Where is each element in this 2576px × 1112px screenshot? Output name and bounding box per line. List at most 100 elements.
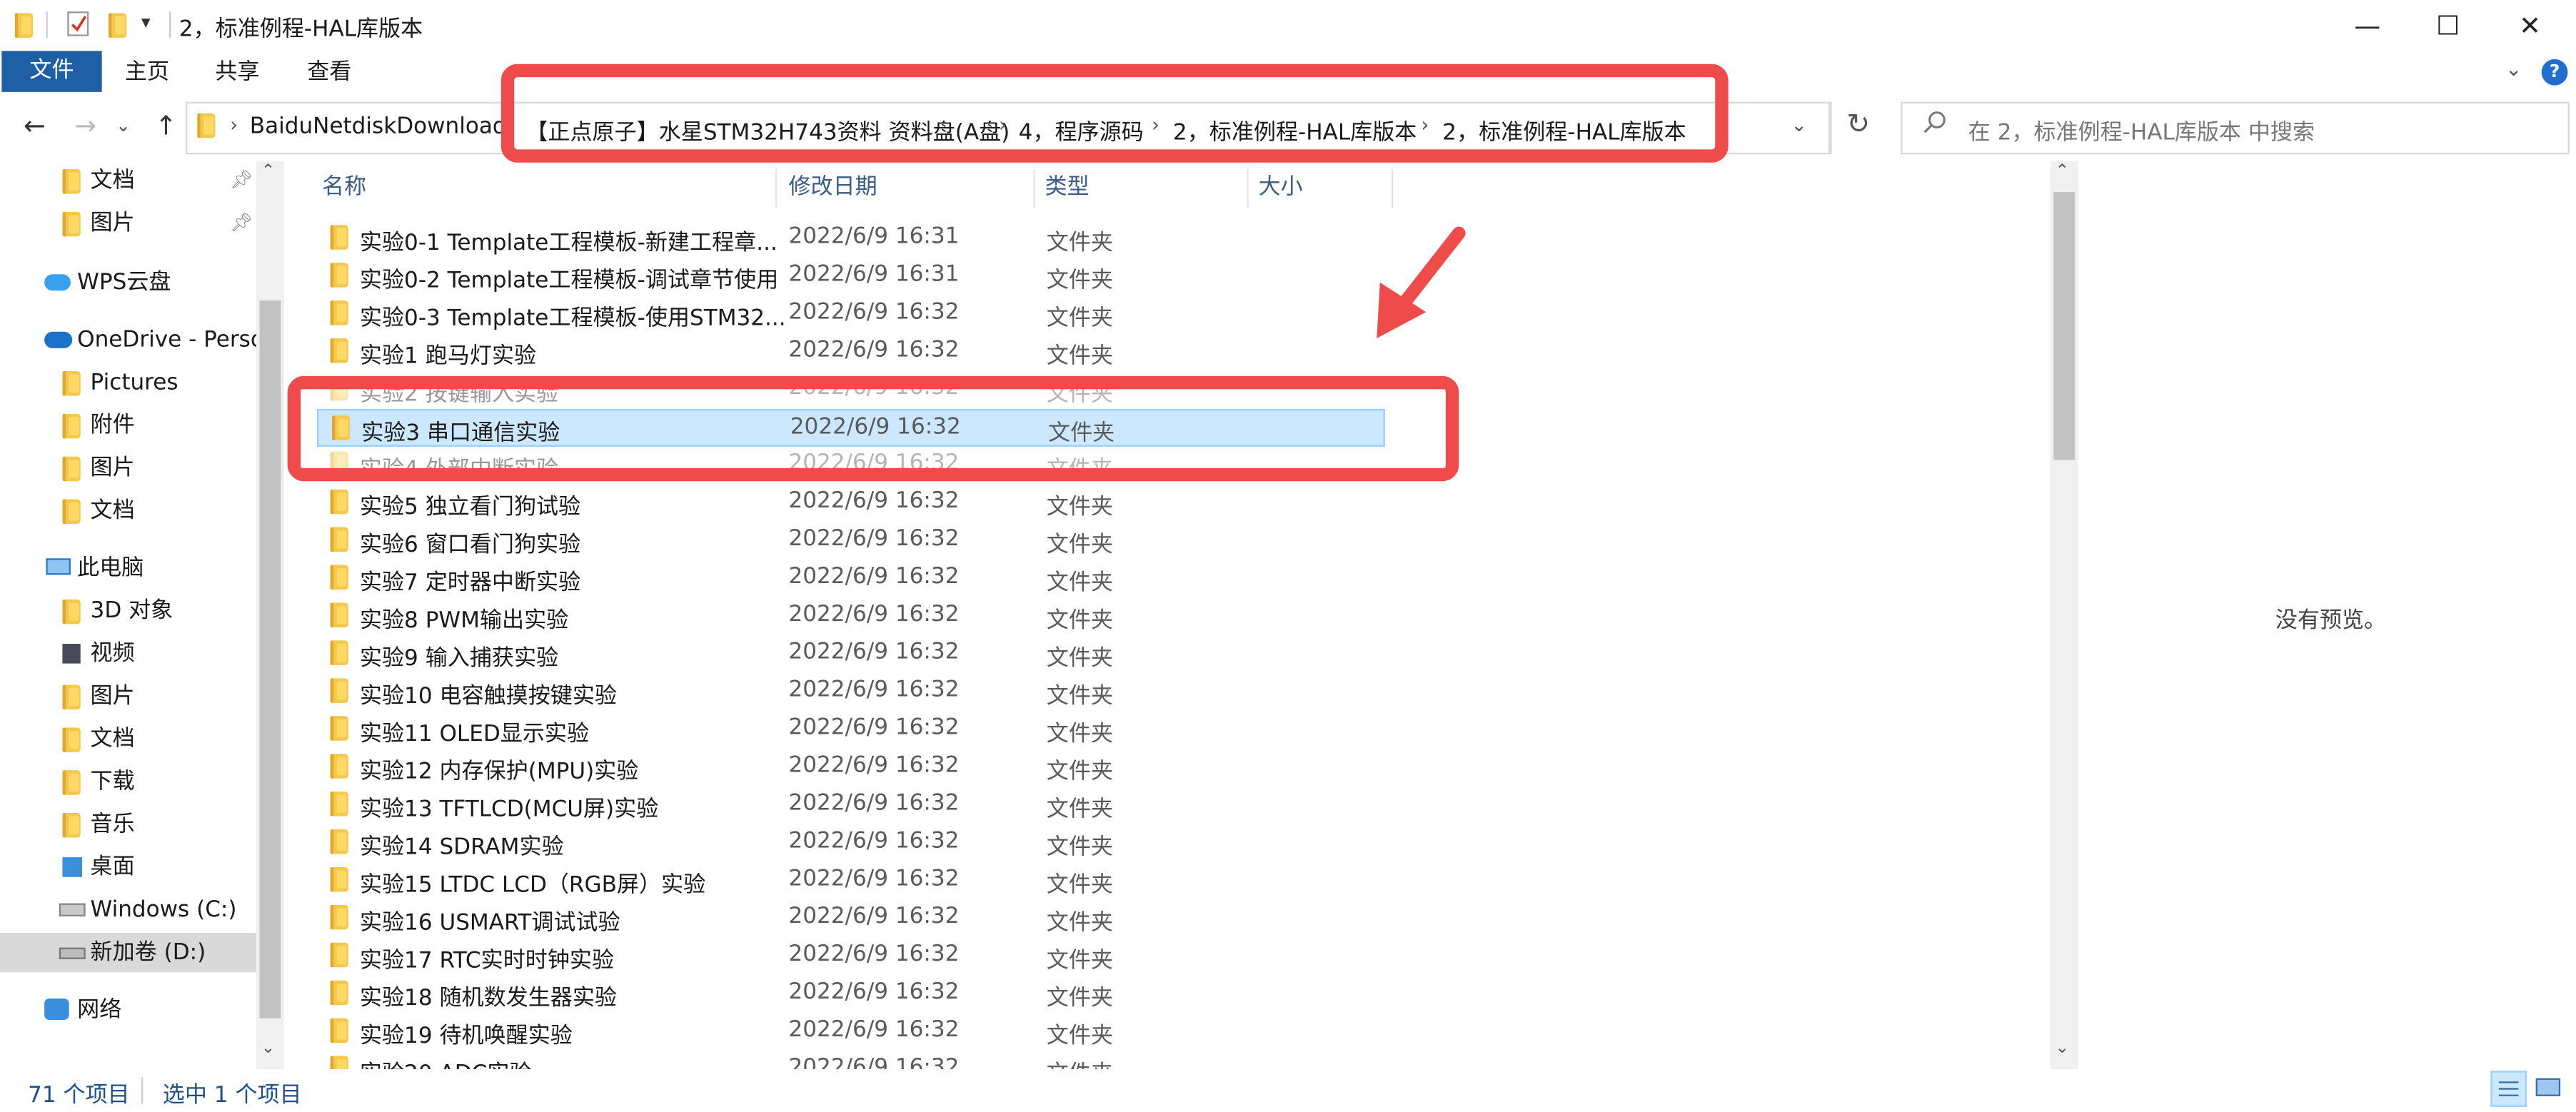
scroll-up-icon[interactable]: ⌃ <box>2056 163 2069 181</box>
file-type: 文件夹 <box>1046 796 1113 823</box>
file-list-scroll-thumb[interactable] <box>2053 192 2076 460</box>
file-name: 实验19 待机唤醒实验 <box>359 1023 573 1050</box>
minimize-button[interactable]: — <box>2330 0 2405 51</box>
sidebar-item-drive-c[interactable]: Windows (C:) <box>0 890 256 929</box>
scroll-down-icon[interactable]: ⌄ <box>261 1040 275 1058</box>
music-icon <box>62 813 81 838</box>
sidebar-item-downloads[interactable]: 下载 <box>0 762 256 802</box>
list-item[interactable]: 实验16 USMART调试试验 2022/6/9 16:32 文件夹 <box>317 900 1385 938</box>
sidebar-item-music[interactable]: 音乐 <box>0 805 256 844</box>
sidebar-scroll-thumb[interactable] <box>259 300 281 1019</box>
forward-button[interactable]: → <box>67 105 104 148</box>
folder-icon <box>62 499 81 525</box>
tab-share[interactable]: 共享 <box>215 51 259 92</box>
file-date: 2022/6/9 16:32 <box>788 563 960 590</box>
divider <box>1828 101 1831 155</box>
file-name: 实验11 OLED显示实验 <box>359 721 590 747</box>
list-item[interactable]: 实验12 内存保护(MPU)实验 2022/6/9 16:32 文件夹 <box>317 749 1385 787</box>
folder-icon <box>330 225 348 250</box>
tab-view[interactable]: 查看 <box>307 51 351 92</box>
sidebar-item-onedrive-pictures[interactable]: Pictures <box>0 363 256 403</box>
column-header-name[interactable]: 名称 <box>322 169 366 206</box>
sidebar-item-label: 图片 <box>90 683 135 710</box>
up-button[interactable]: ↑ <box>148 105 184 148</box>
address-dropdown-icon[interactable]: ⌄ <box>1791 113 1807 136</box>
sidebar-item-wps-cloud[interactable]: WPS云盘 <box>0 263 256 302</box>
sidebar-item-attachments[interactable]: 附件 <box>0 405 256 445</box>
file-date: 2022/6/9 16:32 <box>788 1016 960 1043</box>
sidebar-item-videos[interactable]: 视频 <box>0 634 256 673</box>
list-item[interactable]: 实验6 窗口看门狗实验 2022/6/9 16:32 文件夹 <box>317 522 1385 560</box>
sidebar-item-documents[interactable]: 文档 📌︎ <box>0 161 256 201</box>
properties-icon[interactable] <box>67 11 89 36</box>
large-icons-view-icon[interactable] <box>2532 1071 2568 1107</box>
chevron-right-icon[interactable]: › <box>230 113 238 136</box>
quick-access-dropdown-icon[interactable]: ▾ <box>141 11 151 33</box>
refresh-icon[interactable]: ↻ <box>1846 108 1870 141</box>
list-item[interactable]: 实验17 RTC实时时钟实验 2022/6/9 16:32 文件夹 <box>317 938 1385 976</box>
network-icon <box>44 999 69 1020</box>
recent-locations-icon[interactable]: ⌄ <box>105 105 141 148</box>
list-item[interactable]: 实验8 PWM输出实验 2022/6/9 16:32 文件夹 <box>317 598 1385 636</box>
folder-icon <box>330 1018 348 1043</box>
list-item[interactable]: 实验5 独立看门狗试验 2022/6/9 16:32 文件夹 <box>317 485 1385 522</box>
sidebar-item-desktop[interactable]: 桌面 <box>0 847 256 886</box>
list-item[interactable]: 实验1 跑马灯实验 2022/6/9 16:32 文件夹 <box>317 333 1385 371</box>
column-header-size[interactable]: 大小 <box>1259 169 1303 206</box>
maximize-button[interactable]: ☐ <box>2410 0 2486 51</box>
sidebar-item-label: 图片 <box>90 455 135 482</box>
file-name: 实验17 RTC实时时钟实验 <box>359 947 615 974</box>
file-type: 文件夹 <box>1046 759 1113 785</box>
help-icon[interactable]: ? <box>2541 59 2568 86</box>
file-date: 2022/6/9 16:31 <box>788 223 960 250</box>
pin-icon[interactable]: 📌︎ <box>230 161 253 201</box>
overlay-mask <box>301 389 1446 406</box>
list-item[interactable]: 实验14 SDRAM实验 2022/6/9 16:32 文件夹 <box>317 824 1385 862</box>
list-item[interactable]: 实验0-3 Template工程模板-使用STM32... 2022/6/9 16… <box>317 295 1385 333</box>
list-item[interactable]: 实验11 OLED显示实验 2022/6/9 16:32 文件夹 <box>317 711 1385 749</box>
list-item[interactable]: 实验10 电容触摸按键实验 2022/6/9 16:32 文件夹 <box>317 673 1385 711</box>
sidebar-item-pc-documents[interactable]: 文档 <box>0 719 256 759</box>
file-name: 实验12 内存保护(MPU)实验 <box>359 759 639 785</box>
pin-icon[interactable]: 📌︎ <box>230 203 253 243</box>
sidebar-item-onedrive[interactable]: OneDrive - Persor <box>0 320 256 360</box>
list-item[interactable]: 实验13 TFTLCD(MCU屏)实验 2022/6/9 16:32 文件夹 <box>317 787 1385 824</box>
new-folder-icon[interactable] <box>108 13 127 38</box>
list-item[interactable]: 实验9 输入捕获实验 2022/6/9 16:32 文件夹 <box>317 635 1385 673</box>
column-header-date[interactable]: 修改日期 <box>788 169 877 206</box>
tab-file[interactable]: 文件 <box>1 51 102 92</box>
file-date: 2022/6/9 16:32 <box>788 789 960 817</box>
column-divider[interactable] <box>1247 169 1249 209</box>
list-item[interactable]: 实验7 定时器中断实验 2022/6/9 16:32 文件夹 <box>317 560 1385 598</box>
column-divider[interactable] <box>775 169 778 209</box>
sidebar-item-pc-pictures[interactable]: 图片 <box>0 677 256 716</box>
ribbon-expand-icon[interactable]: ⌄ <box>2505 58 2522 81</box>
list-item[interactable]: 实验19 待机唤醒实验 2022/6/9 16:32 文件夹 <box>317 1014 1385 1051</box>
sidebar-item-pictures[interactable]: 图片 📌︎ <box>0 203 256 243</box>
scroll-down-icon[interactable]: ⌄ <box>2056 1040 2069 1058</box>
folder-icon <box>330 792 348 817</box>
scroll-up-icon[interactable]: ⌃ <box>261 163 275 181</box>
tab-home[interactable]: 主页 <box>125 51 169 92</box>
list-item[interactable]: 实验20 ADC实验 2022/6/9 16:32 文件夹 <box>317 1051 1385 1069</box>
close-button[interactable]: ✕ <box>2492 0 2568 51</box>
back-button[interactable]: ← <box>16 105 53 148</box>
column-header-type[interactable]: 类型 <box>1045 169 1089 206</box>
list-item[interactable]: 实验0-1 Template工程模板-新建工程章... 2022/6/9 16:3… <box>317 220 1385 258</box>
sidebar-item-drive-d[interactable]: 新加卷 (D:) <box>0 932 256 973</box>
file-name: 实验0-1 Template工程模板-新建工程章... <box>359 230 778 256</box>
column-divider[interactable] <box>1391 169 1394 209</box>
sidebar-item-3d-objects[interactable]: 3D 对象 <box>0 591 256 630</box>
file-name: 实验0-2 Template工程模板-调试章节使用 <box>359 268 779 294</box>
details-view-icon[interactable] <box>2490 1071 2527 1107</box>
list-item[interactable]: 实验0-2 Template工程模板-调试章节使用 2022/6/9 16:31 文… <box>317 258 1385 295</box>
sidebar-item-onedrive-documents[interactable]: 文档 <box>0 491 256 530</box>
sidebar-item-this-pc[interactable]: 此电脑 <box>0 549 256 588</box>
list-item[interactable]: 实验18 随机数发生器实验 2022/6/9 16:32 文件夹 <box>317 976 1385 1014</box>
sidebar-item-onedrive-images[interactable]: 图片 <box>0 448 256 487</box>
column-divider[interactable] <box>1033 169 1035 209</box>
list-item[interactable]: 实验15 LTDC LCD（RGB屏）实验 2022/6/9 16:32 文件夹 <box>317 862 1385 900</box>
file-name: 实验16 USMART调试试验 <box>359 909 620 936</box>
breadcrumb-item[interactable]: BaiduNetdiskDownload <box>250 113 507 140</box>
sidebar-item-network[interactable]: 网络 <box>0 991 256 1030</box>
